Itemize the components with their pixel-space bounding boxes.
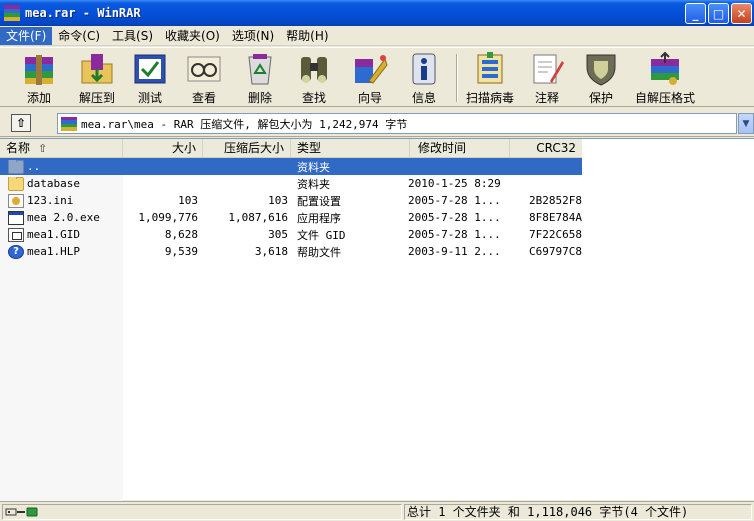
up-arrow-icon: ⇧ (15, 116, 27, 130)
comment-button[interactable]: 注释 (526, 51, 568, 105)
extract-to-button[interactable]: 解压到 (72, 51, 122, 105)
address-field[interactable]: mea.rar\mea - RAR 压缩文件, 解包大小为 1,242,974 … (57, 113, 737, 134)
toolbar: 添加 解压到 测试 查看 删除 查找 向导 信息 扫描病毒 注释 保护 自解压格… (0, 47, 754, 107)
add-button[interactable]: 添加 (16, 51, 62, 105)
menu-bar: 文件(F) 命令(C) 工具(S) 收藏夹(O) 选项(N) 帮助(H) (0, 26, 754, 46)
info-icon (405, 51, 443, 87)
close-button[interactable]: ✕ (731, 3, 752, 24)
wizard-hat-icon (351, 51, 389, 87)
virus-scan-icon (471, 51, 509, 87)
table-row[interactable]: database 资料夹 2010-1-25 8:29 (0, 175, 582, 192)
help-file-icon: ? (8, 244, 24, 259)
sfx-button[interactable]: 自解压格式 (632, 51, 698, 105)
title-bar[interactable]: mea.rar - WinRAR _ □ ✕ (0, 0, 754, 26)
info-button[interactable]: 信息 (402, 51, 446, 105)
menu-options[interactable]: 选项(N) (226, 27, 280, 45)
virus-scan-button[interactable]: 扫描病毒 (462, 51, 518, 105)
protect-shield-icon (582, 51, 620, 87)
test-button[interactable]: 测试 (130, 51, 170, 105)
winrar-app-icon (4, 5, 20, 21)
menu-file[interactable]: 文件(F) (0, 26, 53, 45)
status-left-pane (2, 504, 402, 520)
address-bar: ⇧ mea.rar\mea - RAR 压缩文件, 解包大小为 1,242,97… (0, 109, 754, 137)
wizard-button[interactable]: 向导 (346, 51, 394, 105)
menu-help[interactable]: 帮助(H) (280, 27, 334, 45)
find-button[interactable]: 查找 (292, 51, 336, 105)
view-button[interactable]: 查看 (182, 51, 226, 105)
status-bar: 总计 1 个文件夹 和 1,118,046 字节(4 个文件) (0, 501, 754, 521)
test-check-icon (131, 51, 169, 87)
archive-books-icon (20, 51, 58, 87)
menu-tools[interactable]: 工具(S) (106, 27, 159, 45)
window-title: mea.rar - WinRAR (25, 6, 141, 20)
column-name[interactable]: 名称 ⇧ (0, 139, 123, 158)
key-lock-icon (5, 507, 45, 517)
ini-file-icon (8, 193, 24, 208)
chevron-down-icon: ▼ (742, 118, 750, 129)
up-folder-button[interactable]: ⇧ (11, 114, 31, 132)
table-row[interactable]: mea1.GID 8,628 305 文件 GID 2005-7-28 1...… (0, 226, 582, 243)
address-path: mea.rar\mea - RAR 压缩文件, 解包大小为 1,242,974 … (81, 117, 408, 131)
column-modified[interactable]: 修改时间 (410, 139, 510, 158)
column-size[interactable]: 大小 (123, 139, 203, 158)
find-binoculars-icon (295, 51, 333, 87)
column-type[interactable]: 类型 (291, 139, 410, 158)
folder-up-icon (8, 159, 24, 174)
maximize-button[interactable]: □ (708, 3, 729, 24)
table-row[interactable]: ? mea1.HLP 9,539 3,618 帮助文件 2003-9-11 2..… (0, 243, 582, 260)
comment-pen-icon (528, 51, 566, 87)
menu-favorites[interactable]: 收藏夹(O) (159, 27, 226, 45)
protect-button[interactable]: 保护 (580, 51, 622, 105)
exe-file-icon (8, 210, 24, 225)
column-packed[interactable]: 压缩后大小 (203, 139, 291, 158)
gid-file-icon (8, 227, 24, 242)
status-summary: 总计 1 个文件夹 和 1,118,046 字节(4 个文件) (404, 504, 752, 520)
address-dropdown-button[interactable]: ▼ (738, 113, 754, 134)
extract-folder-icon (78, 51, 116, 87)
menu-commands[interactable]: 命令(C) (52, 27, 106, 45)
delete-recycle-icon (241, 51, 279, 87)
sort-ascending-icon: ⇧ (38, 142, 48, 155)
file-list[interactable]: 名称 ⇧ 大小 压缩后大小 类型 修改时间 CRC32 .. 资料夹 databa… (0, 138, 754, 501)
file-rows: .. 资料夹 database 资料夹 2010-1-25 8:29 123.i… (0, 158, 582, 260)
self-extract-icon (646, 51, 684, 87)
column-crc[interactable]: CRC32 (510, 139, 582, 158)
column-header: 名称 ⇧ 大小 压缩后大小 类型 修改时间 CRC32 (0, 139, 582, 158)
minimize-button[interactable]: _ (685, 3, 706, 24)
rar-archive-icon (61, 116, 77, 131)
table-row[interactable]: mea 2.0.exe 1,099,776 1,087,616 应用程序 200… (0, 209, 582, 226)
delete-button[interactable]: 删除 (238, 51, 282, 105)
folder-icon (8, 176, 24, 191)
table-row-parent[interactable]: .. 资料夹 (0, 158, 582, 175)
table-row[interactable]: 123.ini 103 103 配置设置 2005-7-28 1... 2B28… (0, 192, 582, 209)
view-glasses-icon (185, 51, 223, 87)
toolbar-separator (456, 54, 458, 102)
